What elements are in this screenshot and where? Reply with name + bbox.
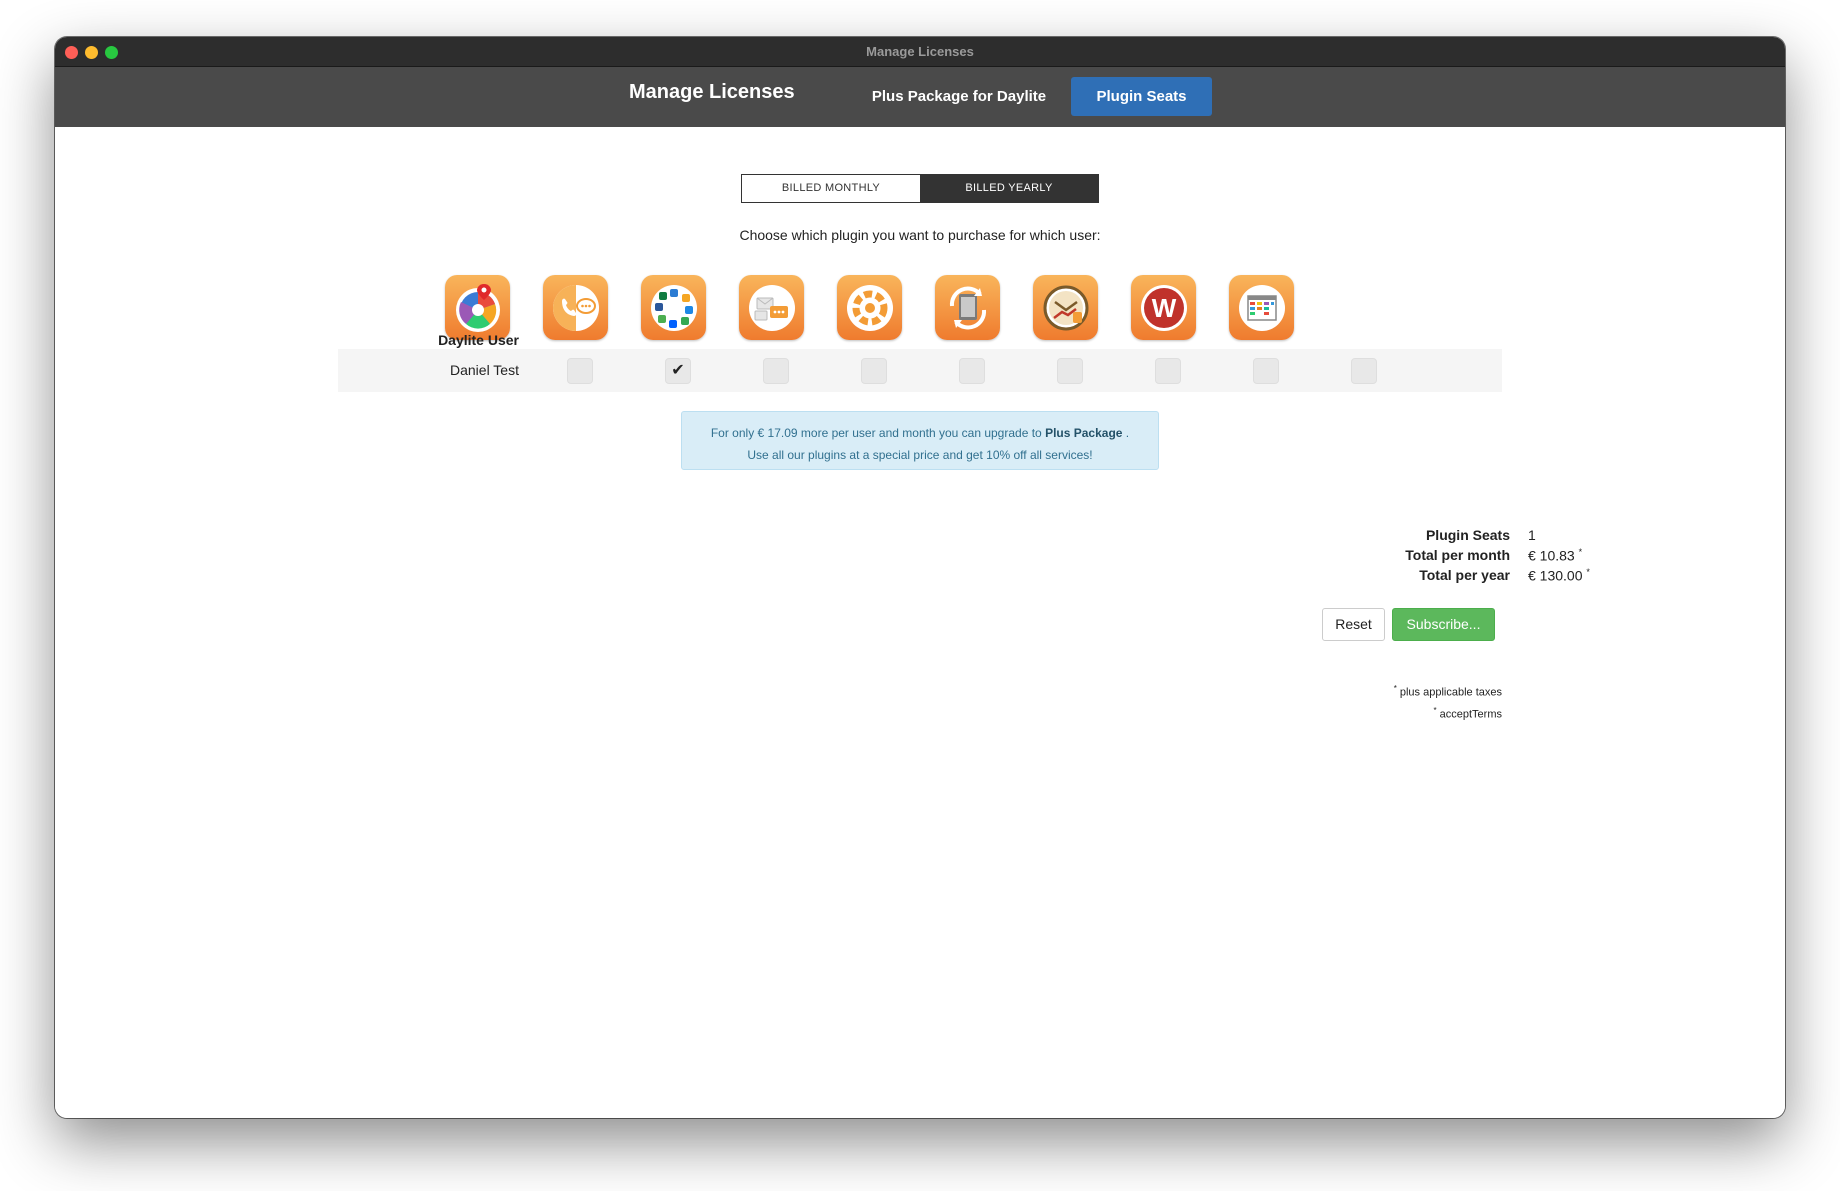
title-bar: Manage Licenses bbox=[55, 37, 1785, 67]
terms-footnote: * acceptTerms bbox=[1205, 702, 1502, 724]
tab-plus-package[interactable]: Plus Package for Daylite bbox=[863, 77, 1055, 116]
taxes-footnote-text: plus applicable taxes bbox=[1399, 686, 1502, 699]
taxes-footnote: * plus applicable taxes bbox=[1205, 680, 1502, 702]
window-title: Manage Licenses bbox=[866, 44, 974, 59]
plugin-checkbox-8[interactable] bbox=[1253, 358, 1279, 384]
billing-toggle: BILLED MONTHLY BILLED YEARLY bbox=[741, 174, 1099, 203]
phone-chat-icon bbox=[543, 275, 608, 340]
footnotes: * plus applicable taxes * acceptTerms bbox=[1205, 680, 1502, 723]
upgrade-notice-suffix: . bbox=[1125, 426, 1130, 440]
plugin-checkbox-2[interactable]: ✔ bbox=[665, 358, 691, 384]
svg-text:W: W bbox=[1151, 293, 1176, 323]
app-window: Manage Licenses Manage Licenses Plus Pac… bbox=[55, 37, 1785, 1118]
terms-footnote-text[interactable]: acceptTerms bbox=[1440, 708, 1502, 720]
total-per-month-value: € 10.83 * bbox=[1528, 547, 1582, 564]
asterisk-mark: * bbox=[1578, 547, 1583, 557]
plugin-icon-row: W bbox=[55, 275, 1785, 345]
tab-plugin-seats[interactable]: Plugin Seats bbox=[1071, 77, 1212, 116]
total-per-year-amount: € 130.00 bbox=[1528, 567, 1583, 584]
asterisk-mark: * bbox=[1393, 684, 1397, 693]
upgrade-notice-prefix: For only € 17.09 more per user and month… bbox=[710, 426, 1042, 440]
kanban-board-icon bbox=[1229, 275, 1294, 340]
reset-button[interactable]: Reset bbox=[1322, 608, 1385, 641]
billed-yearly-button[interactable]: BILLED YEARLY bbox=[920, 175, 1098, 202]
total-per-year-label: Total per year bbox=[1419, 567, 1510, 583]
daylite-user-column-header: Daylite User bbox=[438, 332, 519, 348]
billed-monthly-button[interactable]: BILLED MONTHLY bbox=[742, 175, 920, 202]
total-per-month-label: Total per month bbox=[1405, 547, 1510, 563]
nav-brand[interactable]: Manage Licenses bbox=[629, 81, 795, 104]
check-icon: ✔ bbox=[671, 362, 685, 379]
plugin-seats-value: 1 bbox=[1528, 527, 1536, 543]
upgrade-notice-line-1: For only € 17.09 more per user and month… bbox=[682, 422, 1158, 444]
price-summary: Plugin Seats 1 Total per month € 10.83 *… bbox=[1255, 527, 1615, 587]
instructions-text: Choose which plugin you want to purchase… bbox=[739, 227, 1101, 243]
plugin-checkbox-3[interactable] bbox=[763, 358, 789, 384]
subscribe-button[interactable]: Subscribe... bbox=[1392, 608, 1495, 641]
gear-workflow-icon bbox=[837, 275, 902, 340]
plugin-checkbox-6[interactable] bbox=[1057, 358, 1083, 384]
table-row: Daniel Test ✔ bbox=[338, 349, 1502, 392]
main-content: BILLED MONTHLY BILLED YEARLY Choose whic… bbox=[55, 127, 1785, 1118]
asterisk-mark: * bbox=[1586, 567, 1590, 577]
total-per-year-value: € 130.00 * bbox=[1528, 567, 1590, 584]
sync-document-icon bbox=[935, 275, 1000, 340]
total-per-month-amount: € 10.83 bbox=[1528, 547, 1575, 564]
app-integrations-icon bbox=[641, 275, 706, 340]
plugin-checkbox-7[interactable] bbox=[1155, 358, 1181, 384]
plugin-checkbox-1[interactable] bbox=[567, 358, 593, 384]
upgrade-notice: For only € 17.09 more per user and month… bbox=[681, 411, 1159, 470]
plugin-checkbox-5[interactable] bbox=[959, 358, 985, 384]
social-network-map-icon bbox=[445, 275, 510, 340]
email-messages-icon bbox=[739, 275, 804, 340]
user-name: Daniel Test bbox=[449, 362, 519, 378]
plugin-seats-label: Plugin Seats bbox=[1425, 527, 1510, 543]
wrike-w-icon: W bbox=[1131, 275, 1196, 340]
plus-package-link[interactable]: Plus Package bbox=[1045, 426, 1122, 440]
asterisk-mark: * bbox=[1433, 705, 1437, 715]
plugin-checkbox-4[interactable] bbox=[861, 358, 887, 384]
upgrade-notice-line-2: Use all our plugins at a special price a… bbox=[747, 448, 1093, 462]
navbar: Manage Licenses Plus Package for Daylite… bbox=[55, 67, 1785, 127]
plugin-checkbox-9[interactable] bbox=[1351, 358, 1377, 384]
time-tracking-clock-icon bbox=[1033, 275, 1098, 340]
